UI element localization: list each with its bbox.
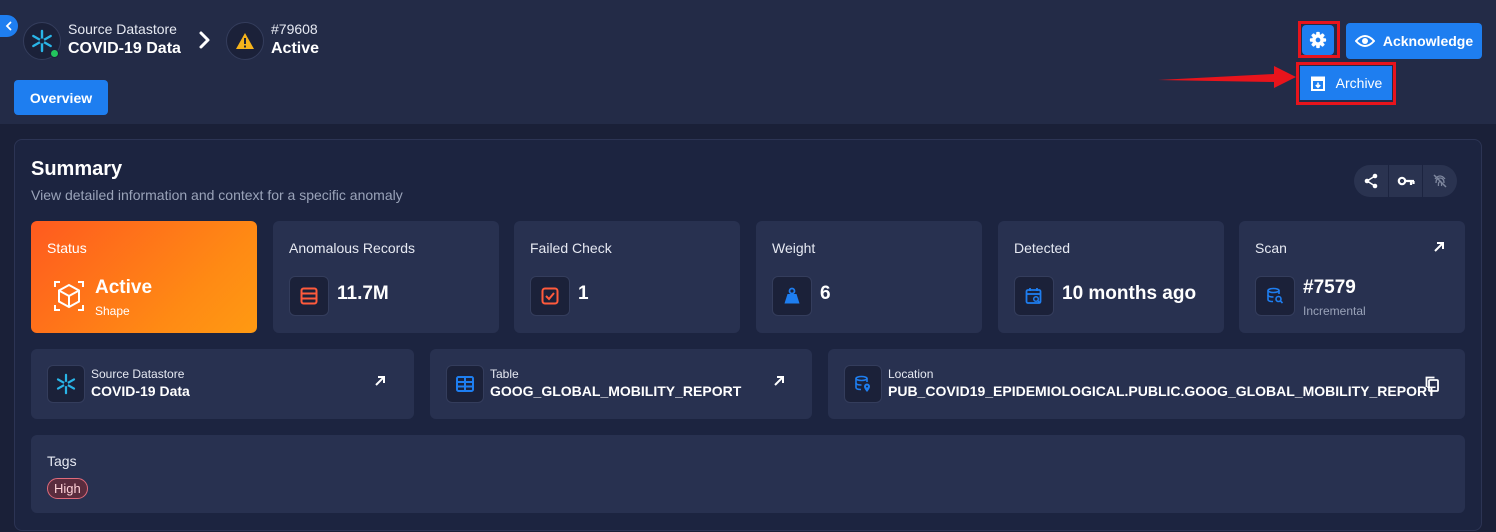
summary-subtitle: View detailed information and context fo… bbox=[31, 187, 403, 203]
share-button[interactable] bbox=[1354, 165, 1389, 197]
location-value: PUB_COVID19_EPIDEMIOLOGICAL.PUBLIC.GOOG_… bbox=[888, 383, 1436, 399]
records-table-icon bbox=[300, 287, 318, 305]
table-value: GOOG_GLOBAL_MOBILITY_REPORT bbox=[490, 383, 742, 399]
weight-label: Weight bbox=[772, 240, 816, 256]
tags-card: Tags High bbox=[31, 435, 1465, 513]
scan-sub: Incremental bbox=[1303, 304, 1366, 318]
scan-card[interactable]: Scan #7579 Incremental bbox=[1239, 221, 1465, 333]
anomaly-id: #79608 bbox=[271, 21, 318, 37]
tab-overview[interactable]: Overview bbox=[14, 80, 108, 115]
breadcrumb-datastore-name: COVID-19 Data bbox=[68, 40, 181, 57]
scan-label: Scan bbox=[1255, 240, 1287, 256]
summary-actions bbox=[1354, 165, 1457, 197]
scan-value: #7579 bbox=[1303, 277, 1356, 298]
table-grid-icon bbox=[456, 376, 474, 392]
arrow-up-right-icon[interactable] bbox=[374, 375, 386, 387]
anomalous-records-value: 11.7M bbox=[337, 283, 389, 304]
breadcrumb-anomaly: #79608 Active bbox=[271, 20, 319, 60]
location-card: Location PUB_COVID19_EPIDEMIOLOGICAL.PUB… bbox=[828, 349, 1465, 419]
source-datastore-card[interactable]: Source Datastore COVID-19 Data bbox=[31, 349, 414, 419]
tag-chip-high[interactable]: High bbox=[47, 478, 88, 499]
breadcrumb-datastore-label: Source Datastore bbox=[68, 21, 177, 37]
source-datastore-value: COVID-19 Data bbox=[91, 383, 190, 399]
anomalous-records-card: Anomalous Records 11.7M bbox=[273, 221, 499, 333]
arrow-up-right-icon[interactable] bbox=[773, 375, 785, 387]
weight-icon bbox=[784, 287, 800, 304]
weight-icon-box bbox=[772, 276, 812, 316]
online-status-dot bbox=[50, 49, 59, 58]
chevron-right-icon bbox=[199, 31, 210, 49]
fingerprint-off-icon bbox=[1433, 174, 1447, 188]
shape-cube-icon bbox=[54, 281, 84, 311]
anomaly-status: Active bbox=[271, 40, 320, 57]
table-card[interactable]: Table GOOG_GLOBAL_MOBILITY_REPORT bbox=[430, 349, 812, 419]
location-label: Location bbox=[888, 367, 934, 381]
detected-value: 10 months ago bbox=[1062, 283, 1197, 304]
archive-label: Archive bbox=[1335, 75, 1383, 91]
status-card-value: Active bbox=[95, 277, 153, 298]
anomaly-avatar bbox=[226, 22, 264, 60]
annotation-arrow bbox=[1158, 66, 1296, 88]
eye-icon bbox=[1354, 35, 1375, 47]
detected-icon-box bbox=[1014, 276, 1054, 316]
datastore-avatar bbox=[23, 22, 61, 60]
anomalous-records-icon-box bbox=[289, 276, 329, 316]
acknowledge-button[interactable]: Acknowledge bbox=[1346, 23, 1482, 59]
chevron-left-icon bbox=[5, 21, 12, 31]
archive-icon bbox=[1310, 76, 1325, 91]
gear-icon bbox=[1309, 31, 1327, 49]
failed-check-icon-box bbox=[530, 276, 570, 316]
weight-card: Weight 6 bbox=[756, 221, 982, 333]
failed-check-value: 1 bbox=[578, 283, 589, 304]
archive-menu-item[interactable]: Archive bbox=[1300, 66, 1392, 100]
fingerprint-button[interactable] bbox=[1423, 165, 1457, 197]
weight-value: 6 bbox=[820, 283, 831, 304]
summary-title: Summary bbox=[31, 158, 123, 180]
detected-card: Detected 10 months ago bbox=[998, 221, 1224, 333]
anomalous-records-label: Anomalous Records bbox=[289, 240, 416, 256]
status-card-icon bbox=[49, 276, 89, 316]
acknowledge-label: Acknowledge bbox=[1382, 33, 1474, 49]
source-datastore-icon-box bbox=[47, 365, 85, 403]
settings-button[interactable] bbox=[1302, 25, 1334, 55]
share-icon bbox=[1364, 173, 1378, 189]
checkbox-icon bbox=[541, 287, 559, 305]
failed-check-label: Failed Check bbox=[530, 240, 612, 256]
snowflake-icon bbox=[56, 373, 76, 395]
source-datastore-label: Source Datastore bbox=[91, 367, 185, 381]
status-card-sub: Shape bbox=[95, 304, 130, 318]
database-location-icon bbox=[855, 375, 870, 392]
table-icon-box bbox=[446, 365, 484, 403]
status-card-label: Status bbox=[47, 240, 87, 256]
scan-icon-box bbox=[1255, 276, 1295, 316]
warning-icon bbox=[236, 33, 254, 49]
failed-check-card: Failed Check 1 bbox=[514, 221, 740, 333]
arrow-up-right-icon[interactable] bbox=[1433, 241, 1445, 253]
calendar-search-icon bbox=[1025, 288, 1042, 304]
tags-label: Tags bbox=[47, 453, 77, 469]
status-card: Status Active Shape bbox=[31, 221, 257, 333]
key-button[interactable] bbox=[1389, 165, 1424, 197]
copy-icon[interactable] bbox=[1425, 376, 1439, 392]
table-label: Table bbox=[490, 367, 519, 381]
breadcrumb-datastore[interactable]: Source Datastore COVID-19 Data bbox=[68, 20, 181, 60]
database-search-icon bbox=[1267, 287, 1284, 304]
key-icon bbox=[1397, 176, 1415, 186]
location-icon-box bbox=[844, 365, 882, 403]
detected-label: Detected bbox=[1014, 240, 1071, 256]
